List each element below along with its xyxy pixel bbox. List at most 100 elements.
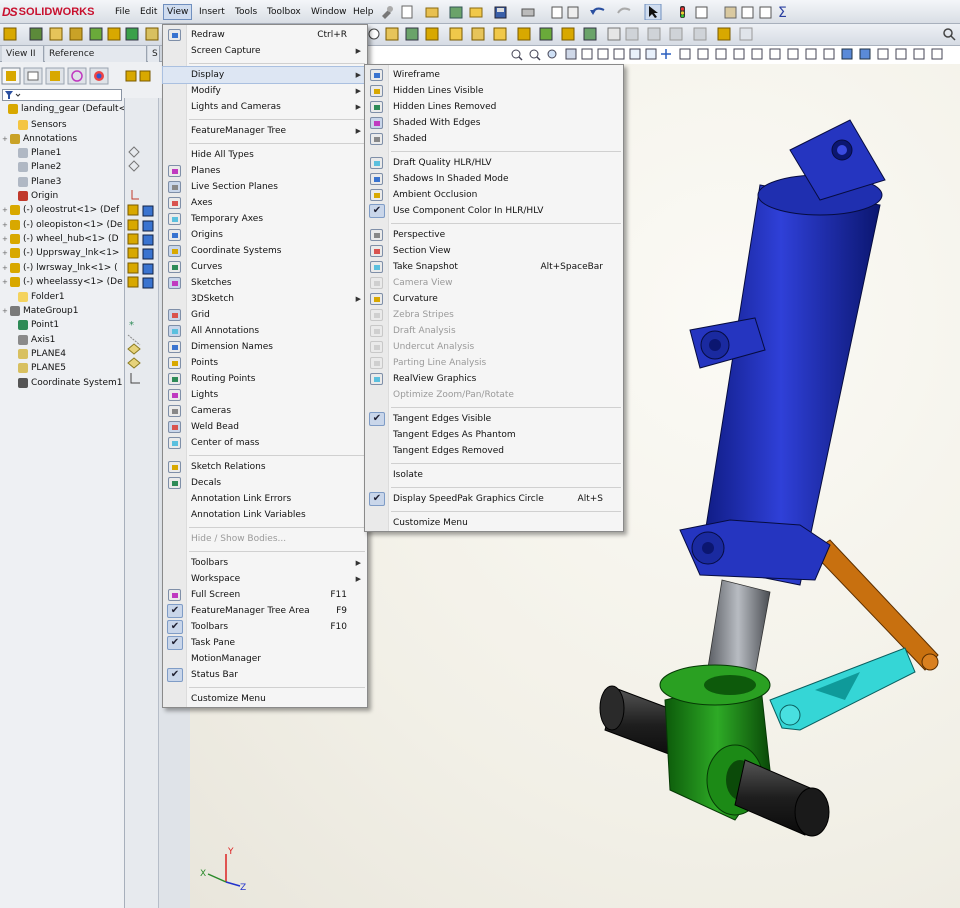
- shaded-cube-icon[interactable]: [841, 48, 853, 60]
- menu-item-ambient-occlusion[interactable]: Ambient Occlusion: [365, 187, 623, 203]
- menu-view[interactable]: View: [163, 4, 193, 20]
- reference-geometry-icon[interactable]: [145, 27, 159, 41]
- zoom-to-fit-icon[interactable]: [511, 49, 523, 61]
- menu-file[interactable]: File: [112, 4, 133, 20]
- assembly-features-icon[interactable]: [125, 27, 139, 41]
- feature-manager-tab-icon[interactable]: [1, 67, 21, 85]
- tree-expander[interactable]: +: [2, 304, 10, 318]
- menu-item-lights-and-cameras[interactable]: Lights and Cameras ▶: [163, 99, 367, 115]
- menu-item-routing-points[interactable]: Routing Points: [163, 371, 367, 387]
- std-top-icon[interactable]: [751, 48, 763, 60]
- tree-item-upprsway-lnk-1[interactable]: + (-) Upprsway_lnk<1>: [0, 246, 124, 260]
- menu-item-toolbars[interactable]: Toolbars ▶: [163, 555, 367, 571]
- options-gear-icon[interactable]: [724, 6, 737, 19]
- tree-item-sensors[interactable]: Sensors: [0, 118, 124, 132]
- print-preview-icon[interactable]: [551, 6, 563, 19]
- menu-item-motionmanager[interactable]: MotionManager: [163, 651, 367, 667]
- layout-icon[interactable]: [385, 27, 399, 41]
- interference-icon[interactable]: [471, 27, 485, 41]
- smart-fasteners-icon[interactable]: [69, 27, 83, 41]
- hole-alignment-icon[interactable]: [539, 27, 553, 41]
- menu-item-cameras[interactable]: Cameras: [163, 403, 367, 419]
- tree-item-point1[interactable]: Point1: [0, 318, 124, 332]
- menu-item-coordinate-systems[interactable]: Coordinate Systems: [163, 243, 367, 259]
- open-icon[interactable]: [425, 7, 439, 18]
- wire-cube-3-icon[interactable]: [913, 48, 925, 60]
- menu-toolbox[interactable]: Toolbox: [264, 4, 304, 20]
- previous-view-icon[interactable]: [547, 49, 557, 59]
- tb-gray-4-icon[interactable]: [693, 27, 707, 41]
- upper-sway-link[interactable]: [808, 538, 939, 671]
- tree-item-plane3[interactable]: Plane3: [0, 175, 124, 189]
- measure-icon[interactable]: [741, 6, 754, 19]
- menu-tools[interactable]: Tools: [232, 4, 260, 20]
- menu-item-hidden-lines-removed[interactable]: Hidden Lines Removed: [365, 99, 623, 115]
- menu-item-curves[interactable]: Curves: [163, 259, 367, 275]
- apply-scene-icon[interactable]: [645, 48, 657, 60]
- tree-item-plane1[interactable]: Plane1: [0, 146, 124, 160]
- tree-col2-header-icon[interactable]: [125, 70, 151, 82]
- tree-expander[interactable]: +: [2, 246, 10, 260]
- tree-expander[interactable]: +: [2, 261, 10, 275]
- menu-item-annotation-link-errors[interactable]: Annotation Link Errors: [163, 491, 367, 507]
- tb-gray-5-icon[interactable]: [717, 27, 731, 41]
- menu-item-realview-graphics[interactable]: RealView Graphics: [365, 371, 623, 387]
- tree-item-coordinate-system1[interactable]: Coordinate System1: [0, 376, 124, 390]
- tree-item-wheelassy-1-de[interactable]: + (-) wheelassy<1> (De: [0, 275, 124, 289]
- wire-cube-4-icon[interactable]: [931, 48, 943, 60]
- menu-item-draft-quality-hlr-hlv[interactable]: Draft Quality HLR/HLV: [365, 155, 623, 171]
- explode-line-icon[interactable]: [583, 27, 597, 41]
- solidworks-logo[interactable]: DS SOLIDWORKS: [2, 3, 98, 21]
- tree-item-annotations[interactable]: + Annotations: [0, 132, 124, 146]
- file-properties-icon[interactable]: [695, 6, 708, 19]
- wire-cube-icon[interactable]: [877, 48, 889, 60]
- tree-filter-input[interactable]: [2, 89, 122, 101]
- select-icon[interactable]: [644, 4, 662, 20]
- shaded-cube-2-icon[interactable]: [859, 48, 871, 60]
- menu-item-sketch-relations[interactable]: Sketch Relations: [163, 459, 367, 475]
- tree-item-plane5[interactable]: PLANE5: [0, 361, 124, 375]
- menu-item-points[interactable]: Points: [163, 355, 367, 371]
- menu-item-use-component-color-in-hlr-hlv[interactable]: ✔ Use Component Color In HLR/HLV: [365, 203, 623, 219]
- menu-help[interactable]: Help: [350, 4, 377, 20]
- menu-item-shaded[interactable]: Shaded: [365, 131, 623, 147]
- bill-of-materials-icon[interactable]: [607, 27, 621, 41]
- hide-show-items-icon[interactable]: [613, 48, 625, 60]
- menu-item-modify[interactable]: Modify ▶: [163, 83, 367, 99]
- wheel-axle-right[interactable]: [734, 759, 830, 837]
- rebuild-icon[interactable]: [680, 6, 685, 18]
- mate-icon[interactable]: [29, 27, 43, 41]
- new-document-icon[interactable]: [401, 5, 413, 19]
- tree-item-origin[interactable]: Origin: [0, 189, 124, 203]
- configuration-manager-tab-icon[interactable]: [45, 67, 65, 85]
- menu-item-center-of-mass[interactable]: Center of mass: [163, 435, 367, 451]
- instant3d-icon[interactable]: [561, 27, 575, 41]
- menu-item-curvature[interactable]: Curvature: [365, 291, 623, 307]
- menu-item-hidden-lines-visible[interactable]: Hidden Lines Visible: [365, 83, 623, 99]
- menu-window[interactable]: Window: [308, 4, 350, 20]
- view-settings-icon[interactable]: [661, 49, 671, 59]
- menu-item-toolbars[interactable]: ✔ Toolbars F10: [163, 619, 367, 635]
- menu-item-wireframe[interactable]: Wireframe: [365, 67, 623, 83]
- tree-expander[interactable]: +: [2, 132, 10, 146]
- menu-item-display-speedpak-graphics-circle[interactable]: ✔ Display SpeedPak Graphics Circle Alt+S: [365, 491, 623, 507]
- menu-item-grid[interactable]: Grid: [163, 307, 367, 323]
- menu-item-featuremanager-tree-area[interactable]: ✔ FeatureManager Tree Area F9: [163, 603, 367, 619]
- tree-item-lwrsway-lnk-1[interactable]: + (-) lwrsway_lnk<1> (: [0, 261, 124, 275]
- menu-item-all-annotations[interactable]: All Annotations: [163, 323, 367, 339]
- undo-icon[interactable]: [590, 7, 605, 15]
- menu-item-shadows-in-shaded-mode[interactable]: Shadows In Shaded Mode: [365, 171, 623, 187]
- wire-cube-2-icon[interactable]: [895, 48, 907, 60]
- menu-item-display[interactable]: Display ▶: [162, 66, 368, 84]
- tab-s[interactable]: S: [148, 46, 160, 62]
- tb-gray-6-icon[interactable]: [739, 27, 753, 41]
- options-icon[interactable]: [567, 6, 579, 19]
- std-iso-icon[interactable]: [787, 48, 799, 60]
- menu-item-workspace[interactable]: Workspace ▶: [163, 571, 367, 587]
- linear-pattern-icon[interactable]: [49, 27, 63, 41]
- menu-edit[interactable]: Edit: [137, 4, 160, 20]
- tree-item-mategroup1[interactable]: + MateGroup1: [0, 304, 124, 318]
- save-icon[interactable]: [494, 6, 507, 19]
- menu-item-redraw[interactable]: Redraw Ctrl+R: [163, 27, 367, 43]
- exploded-view-icon[interactable]: [449, 27, 463, 41]
